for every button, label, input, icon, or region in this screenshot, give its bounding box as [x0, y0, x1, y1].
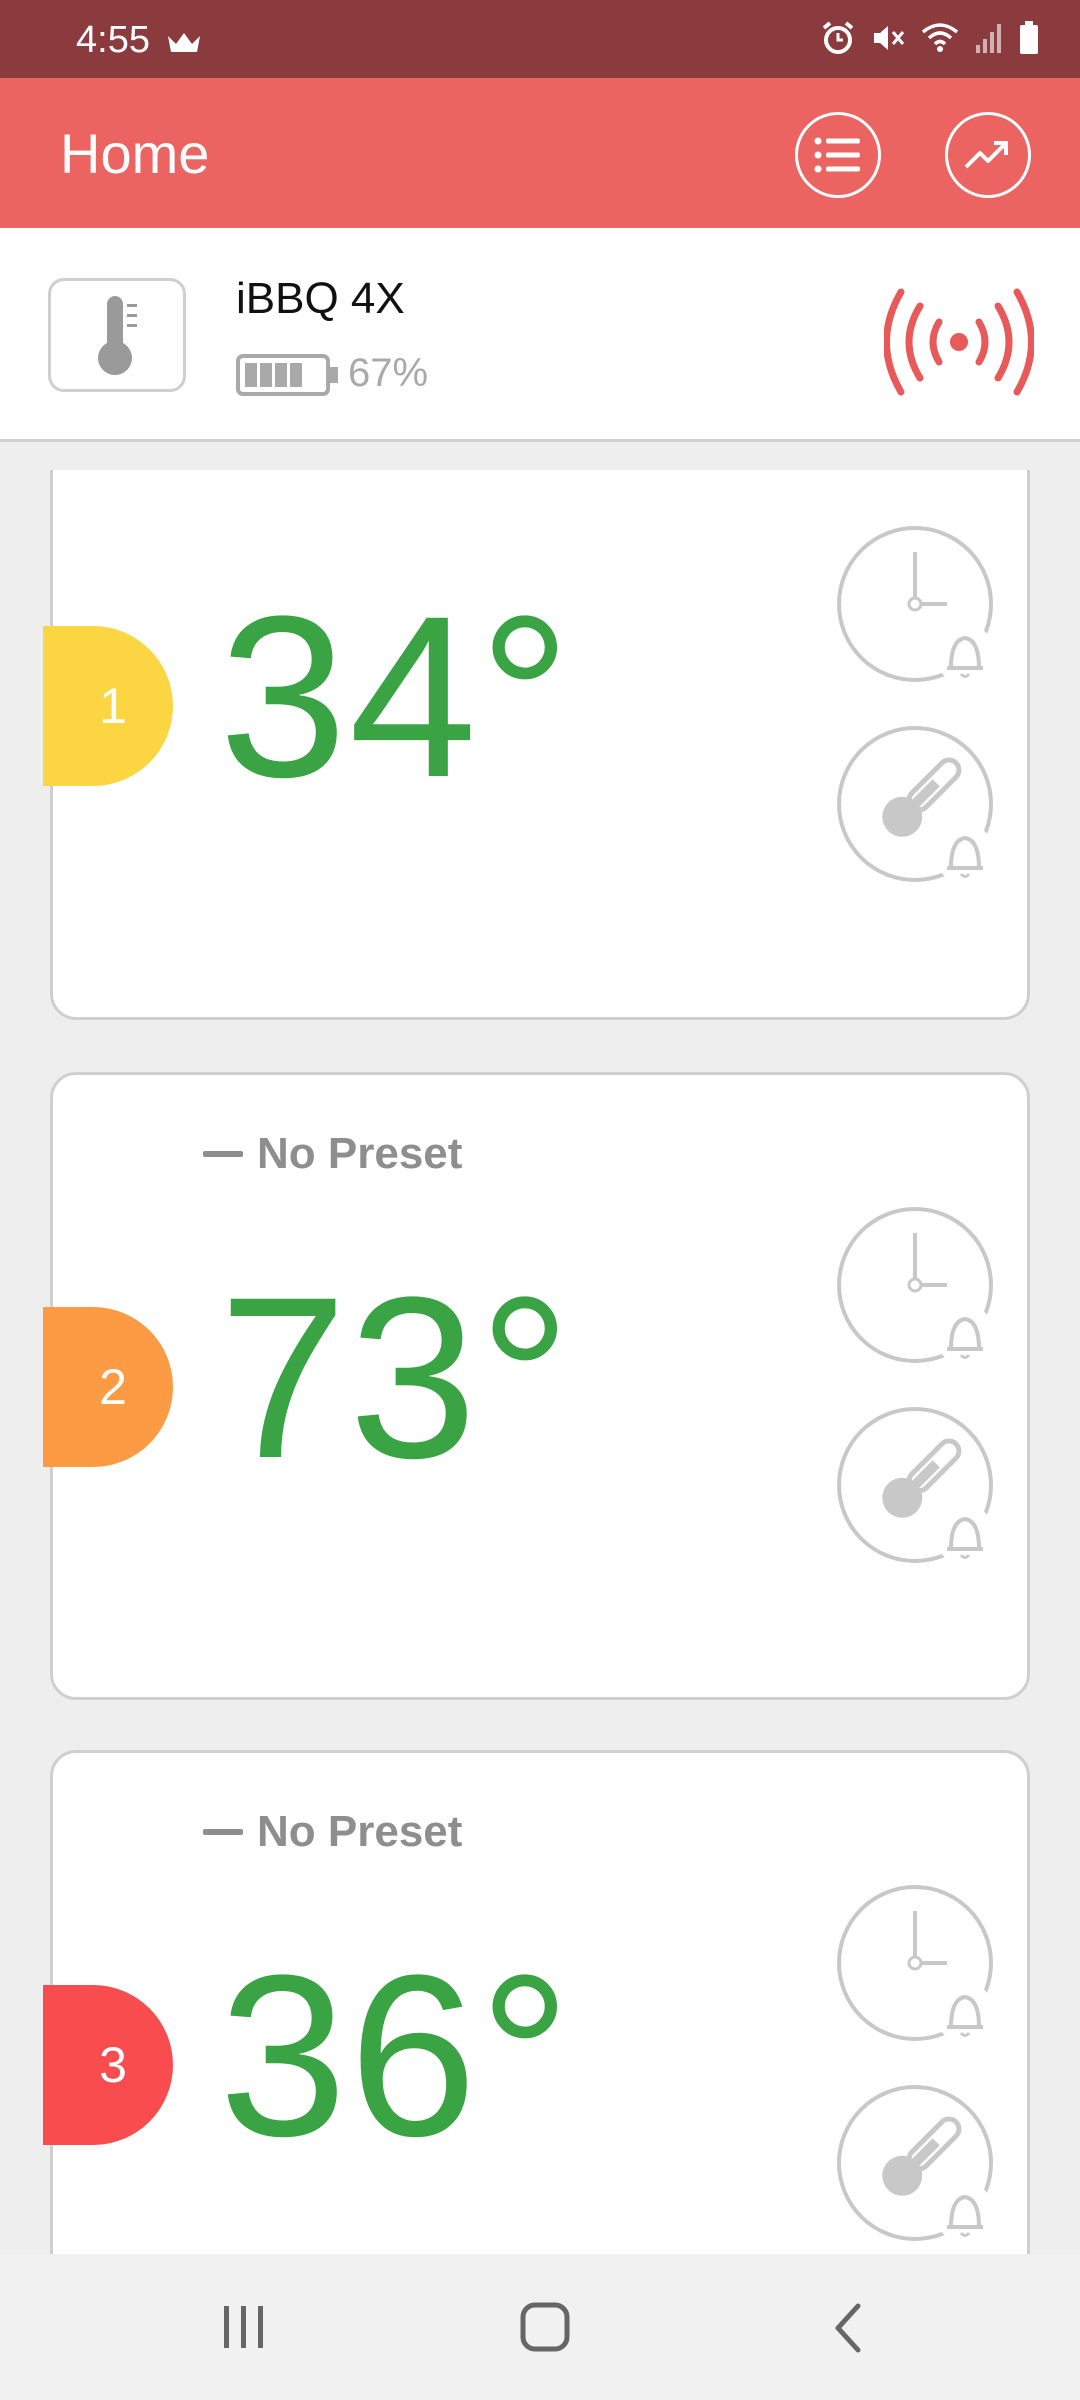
list-button[interactable]: [795, 112, 881, 198]
list-icon: [814, 137, 860, 173]
temperature-alarm-icon[interactable]: [835, 724, 999, 888]
probe-temperature: 73°: [219, 1249, 573, 1506]
battery-percent: 67%: [348, 351, 429, 395]
preset-label[interactable]: No Preset: [203, 1129, 462, 1179]
thermometer-icon: [98, 296, 137, 375]
device-battery-icon: [236, 354, 340, 401]
probe-number-badge: 1: [43, 626, 173, 786]
probe-card-2[interactable]: No Preset 2 73°: [43, 1072, 1030, 1700]
wifi-icon: [920, 20, 960, 61]
timer-alarm-icon[interactable]: [835, 1883, 999, 2047]
temperature-alarm-icon[interactable]: [835, 2083, 999, 2247]
device-thumbnail: [48, 278, 186, 392]
probe-number-badge: 3: [43, 1985, 173, 2145]
probe-number: 3: [99, 2037, 127, 2093]
battery-segment: [245, 363, 257, 387]
system-nav-bar: [0, 2254, 1080, 2400]
preset-text: No Preset: [257, 1807, 463, 1856]
battery-segment: [275, 363, 287, 387]
trend-chart-button[interactable]: [945, 112, 1031, 198]
alarm-icon: [820, 20, 856, 61]
status-time: 4:55: [76, 19, 150, 61]
probe-number-badge: 2: [43, 1307, 173, 1467]
probe-temperature: 36°: [219, 1927, 573, 2184]
home-icon[interactable]: [518, 2300, 574, 2356]
page-title: Home: [60, 122, 210, 185]
broadcast-signal-icon[interactable]: [883, 286, 1035, 403]
app-bar: Home: [0, 78, 1080, 228]
probe-temperature: 34°: [219, 568, 573, 825]
crown-icon: [166, 30, 202, 61]
battery-segment: [260, 363, 272, 387]
preset-label[interactable]: No Preset: [203, 1807, 462, 1857]
trend-chart-icon: [964, 141, 1008, 169]
back-icon[interactable]: [826, 2300, 870, 2356]
device-name: iBBQ 4X: [236, 274, 405, 323]
probe-number: 1: [99, 678, 127, 734]
dash-icon: [203, 1829, 243, 1835]
recent-apps-icon[interactable]: [218, 2300, 270, 2354]
temperature-alarm-icon[interactable]: [835, 1405, 999, 1569]
battery-icon: [1018, 20, 1040, 61]
timer-alarm-icon[interactable]: [835, 524, 999, 688]
preset-text: No Preset: [257, 1129, 463, 1178]
device-header[interactable]: iBBQ 4X 67%: [0, 228, 1080, 442]
timer-alarm-icon[interactable]: [835, 1205, 999, 1369]
mute-icon: [870, 20, 906, 61]
signal-icon: [974, 21, 1004, 60]
probe-card-1[interactable]: 1 34°: [43, 470, 1030, 1020]
status-bar: 4:55: [0, 0, 1080, 78]
battery-segment: [290, 363, 302, 387]
probe-number: 2: [99, 1359, 127, 1415]
dash-icon: [203, 1151, 243, 1157]
